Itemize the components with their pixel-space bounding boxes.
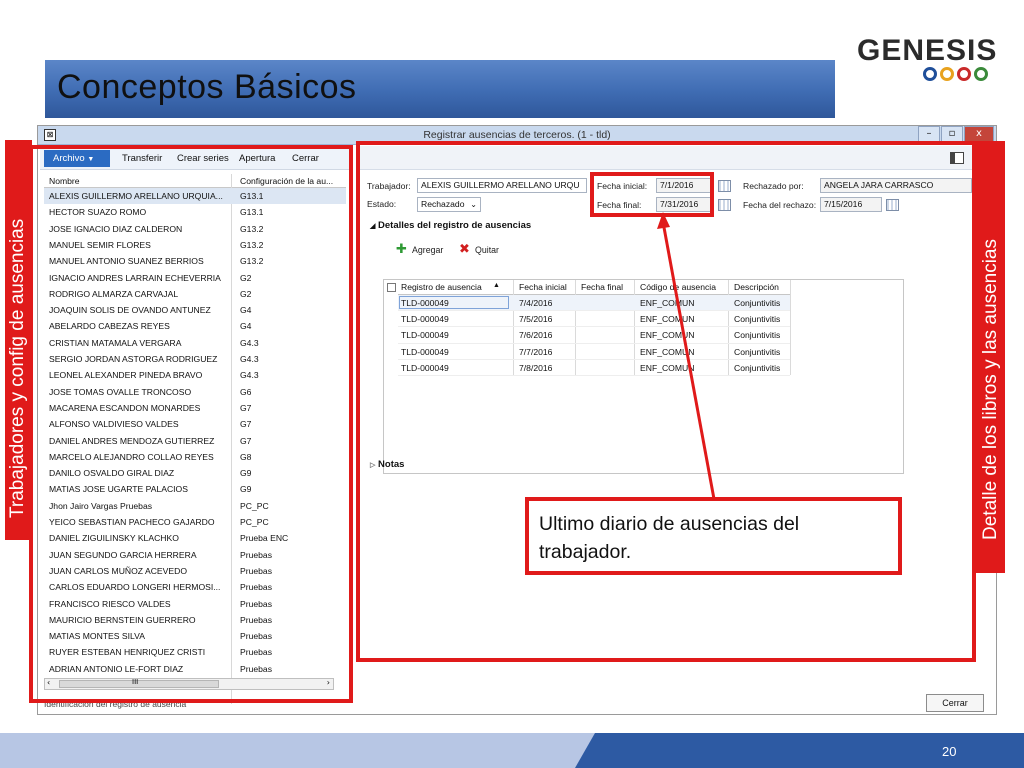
logo-ring-icon bbox=[974, 67, 988, 81]
cerrar-button[interactable]: Cerrar bbox=[926, 694, 984, 712]
maximize-button[interactable]: ▫ bbox=[941, 126, 963, 142]
window-title: Registrar ausencias de terceros. (1 - tl… bbox=[423, 129, 611, 141]
genesis-logo: GENESIS bbox=[855, 34, 998, 84]
logo-ring-icon bbox=[940, 67, 954, 81]
right-highlight-box bbox=[356, 141, 976, 662]
title-bar: Conceptos Básicos bbox=[45, 60, 835, 118]
right-annotation-label: Detalle de los libros y las ausencias bbox=[980, 239, 1001, 540]
page-number: 20 bbox=[942, 744, 957, 759]
minimize-button[interactable]: – bbox=[918, 126, 940, 142]
close-button[interactable]: x bbox=[964, 126, 994, 142]
slide: { "slide": { "title": "Conceptos Básicos… bbox=[0, 0, 1024, 768]
footer-accent bbox=[575, 733, 1024, 768]
left-annotation-label: Trabajadores y config de ausencias bbox=[7, 218, 28, 518]
slide-title: Conceptos Básicos bbox=[57, 68, 357, 106]
logo-text: GENESIS bbox=[857, 34, 998, 67]
left-highlight-box bbox=[29, 145, 353, 703]
callout-box: Ultimo diario de ausencias del trabajado… bbox=[525, 497, 902, 575]
logo-ring-icon bbox=[957, 67, 971, 81]
logo-ring-icon bbox=[923, 67, 937, 81]
callout-text: Ultimo diario de ausencias del trabajado… bbox=[539, 513, 800, 563]
dates-highlight-box bbox=[590, 172, 714, 217]
